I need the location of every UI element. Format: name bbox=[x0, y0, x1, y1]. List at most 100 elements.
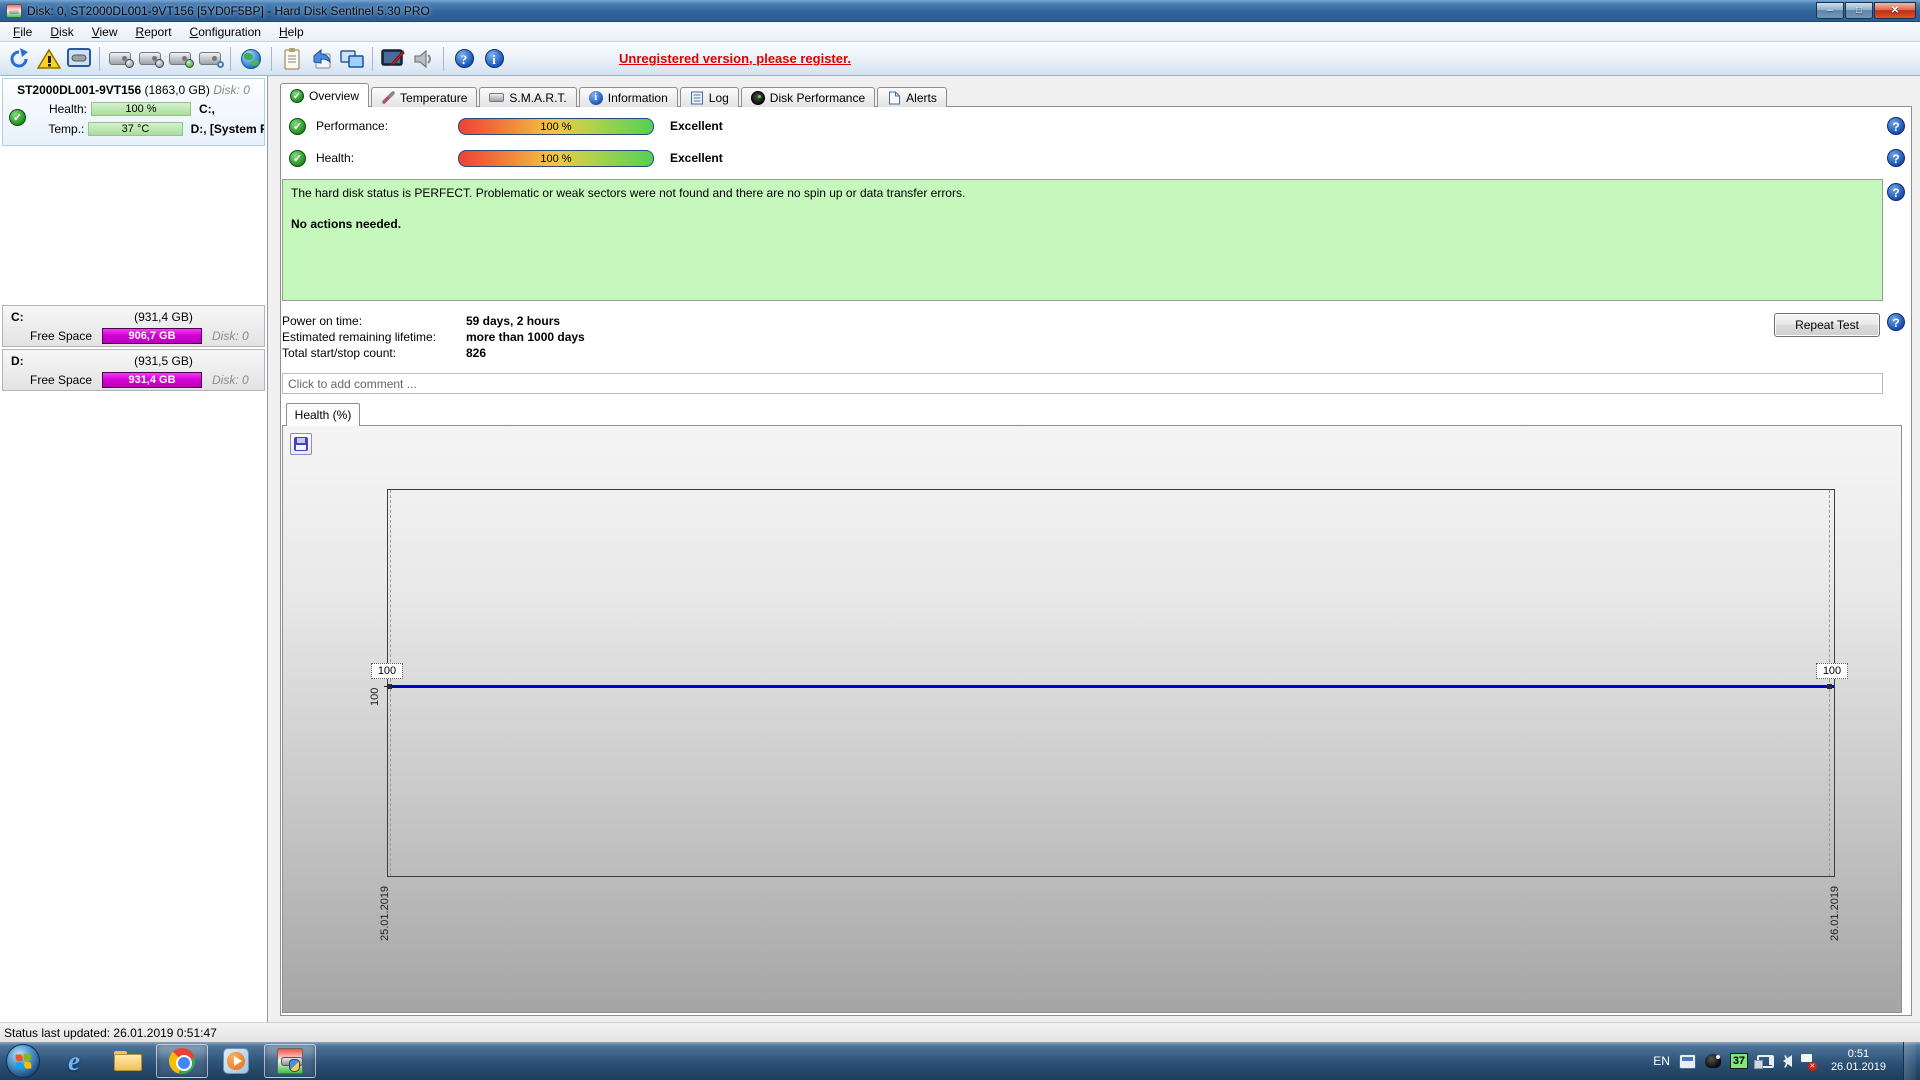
info-row: Total start/stop count: 826 bbox=[282, 345, 486, 361]
windows-logo-icon bbox=[15, 1053, 31, 1069]
toolbar-separator bbox=[99, 47, 100, 71]
health-chart-panel: 100 100 100 25.01.2019 26.01.2019 bbox=[282, 425, 1902, 1013]
menu-disk[interactable]: Disk bbox=[41, 23, 82, 41]
alerts-page-icon bbox=[887, 91, 901, 105]
about-button[interactable]: i bbox=[479, 45, 509, 73]
save-chart-button[interactable] bbox=[290, 433, 312, 455]
main-area: ST2000DL001-9VT156 (1863,0 GB) Disk: 0 ✓… bbox=[0, 76, 1920, 1022]
info-row: Power on time: 59 days, 2 hours bbox=[282, 313, 560, 329]
language-indicator[interactable]: EN bbox=[1653, 1054, 1670, 1068]
tab-information[interactable]: i Information bbox=[579, 87, 678, 107]
volume-tray-icon[interactable] bbox=[1783, 1055, 1792, 1067]
status-text: The hard disk status is PERFECT. Problem… bbox=[291, 186, 1874, 200]
disk-preview-button[interactable] bbox=[64, 45, 94, 73]
toolbar-separator bbox=[271, 47, 272, 71]
warning-scan-icon bbox=[37, 48, 61, 70]
y-axis-label: 100 bbox=[369, 688, 381, 706]
tab-label: Disk Performance bbox=[770, 91, 865, 105]
repeat-test-button[interactable]: Repeat Test bbox=[1774, 313, 1880, 337]
sound-button[interactable] bbox=[408, 45, 438, 73]
keyboard-layout-icon[interactable] bbox=[1679, 1054, 1696, 1069]
disk-seek-test-button[interactable] bbox=[195, 45, 225, 73]
comment-input[interactable] bbox=[282, 373, 1883, 394]
help-icon-health[interactable]: ? bbox=[1887, 149, 1905, 167]
disk-ok-icon: ✓ bbox=[9, 109, 26, 126]
partition-d[interactable]: D: (931,5 GB) Free Space 931,4 GB Disk: … bbox=[2, 349, 265, 391]
status-last-updated: Status last updated: 26.01.2019 0:51:47 bbox=[4, 1026, 217, 1040]
start-button[interactable] bbox=[6, 1044, 40, 1078]
disk-short-test-button[interactable] bbox=[135, 45, 165, 73]
refresh-icon bbox=[8, 48, 30, 70]
overlay-dot bbox=[125, 59, 134, 68]
disk-surface-test-button[interactable] bbox=[105, 45, 135, 73]
refresh-button[interactable] bbox=[4, 45, 34, 73]
partition-row: D: (931,5 GB) bbox=[3, 350, 264, 369]
taskbar-clock[interactable]: 0:51 26.01.2019 bbox=[1823, 1048, 1894, 1074]
menu-help[interactable]: Help bbox=[270, 23, 313, 41]
report-button[interactable] bbox=[277, 45, 307, 73]
register-notice-link[interactable]: Unregistered version, please register. bbox=[619, 51, 851, 66]
network-button[interactable] bbox=[337, 45, 367, 73]
health-series-line bbox=[388, 685, 1834, 688]
tray-utility-icon[interactable] bbox=[1705, 1054, 1721, 1068]
overview-page: ✓ Performance: 100 % Excellent ? ✓ Healt… bbox=[280, 106, 1912, 1016]
tab-label: S.M.A.R.T. bbox=[509, 91, 566, 105]
taskbar-chrome-button[interactable] bbox=[156, 1044, 208, 1078]
menubar: File Disk View Report Configuration Help bbox=[0, 22, 1920, 42]
thermometer-icon bbox=[381, 91, 395, 105]
action-center-flag-icon[interactable] bbox=[1801, 1054, 1814, 1069]
online-button[interactable] bbox=[236, 45, 266, 73]
tab-overview[interactable]: ✓ Overview bbox=[280, 83, 369, 107]
show-desktop-button[interactable] bbox=[1903, 1042, 1916, 1080]
globe-icon bbox=[241, 49, 261, 69]
tab-smart[interactable]: S.M.A.R.T. bbox=[479, 87, 576, 107]
overview-check-icon: ✓ bbox=[290, 89, 304, 103]
menu-report[interactable]: Report bbox=[127, 23, 181, 41]
tab-label: Information bbox=[608, 91, 668, 105]
disk-monitor-icon bbox=[67, 48, 91, 70]
temp-label: Temp.: bbox=[43, 122, 84, 136]
toolbar-separator bbox=[230, 47, 231, 71]
taskbar-hdsentinel-button[interactable] bbox=[264, 1044, 316, 1078]
taskbar-mediaplayer-button[interactable] bbox=[210, 1044, 262, 1078]
disk-list-item[interactable]: ST2000DL001-9VT156 (1863,0 GB) Disk: 0 ✓… bbox=[2, 78, 265, 146]
partition-size: (931,4 GB) bbox=[71, 310, 256, 324]
taskbar-explorer-button[interactable] bbox=[102, 1044, 154, 1078]
help-icon-performance[interactable]: ? bbox=[1887, 117, 1905, 135]
minimize-button[interactable]: – bbox=[1816, 2, 1844, 19]
tab-alerts[interactable]: Alerts bbox=[877, 87, 947, 107]
help-button[interactable]: ? bbox=[449, 45, 479, 73]
partition-c[interactable]: C: (931,4 GB) Free Space 906,7 GB Disk: … bbox=[2, 305, 265, 347]
taskbar-ie-button[interactable]: e bbox=[48, 1044, 100, 1078]
chart-tab-health[interactable]: Health (%) bbox=[286, 403, 360, 426]
x-axis-label-start: 25.01.2019 bbox=[379, 886, 391, 941]
tab-temperature[interactable]: Temperature bbox=[371, 87, 477, 107]
status-box: The hard disk status is PERFECT. Problem… bbox=[282, 179, 1883, 301]
free-space-label: Free Space bbox=[30, 329, 102, 343]
analyse-button[interactable] bbox=[34, 45, 64, 73]
flag-blue bbox=[16, 1062, 23, 1069]
partition-name: C: bbox=[11, 310, 71, 324]
statusbar: Status last updated: 26.01.2019 0:51:47 bbox=[0, 1022, 1920, 1042]
menu-configuration[interactable]: Configuration bbox=[181, 23, 270, 41]
menu-file[interactable]: File bbox=[4, 23, 41, 41]
menu-view[interactable]: View bbox=[83, 23, 127, 41]
disk-extended-test-button[interactable] bbox=[165, 45, 195, 73]
tabstrip: ✓ Overview Temperature S.M.A.R.T. i Info… bbox=[280, 84, 949, 107]
partition-name: D: bbox=[11, 354, 71, 368]
temperature-tray-icon[interactable]: 37 bbox=[1730, 1053, 1748, 1069]
overlay-dot bbox=[155, 59, 164, 68]
send-report-button[interactable] bbox=[307, 45, 337, 73]
gridline-left bbox=[390, 490, 391, 876]
tab-log[interactable]: Log bbox=[680, 87, 739, 107]
help-icon: ? bbox=[455, 49, 474, 68]
settings-button[interactable] bbox=[378, 45, 408, 73]
help-icon-repeat-test[interactable]: ? bbox=[1887, 313, 1905, 331]
gridline-right bbox=[1829, 490, 1830, 876]
close-button[interactable]: ✕ bbox=[1874, 2, 1916, 19]
health-bar: 100 % bbox=[91, 102, 191, 116]
tab-disk-performance[interactable]: Disk Performance bbox=[741, 87, 875, 107]
status-action: No actions needed. bbox=[291, 217, 1874, 231]
help-icon-status[interactable]: ? bbox=[1887, 183, 1905, 201]
maximize-button[interactable]: □ bbox=[1845, 2, 1873, 19]
